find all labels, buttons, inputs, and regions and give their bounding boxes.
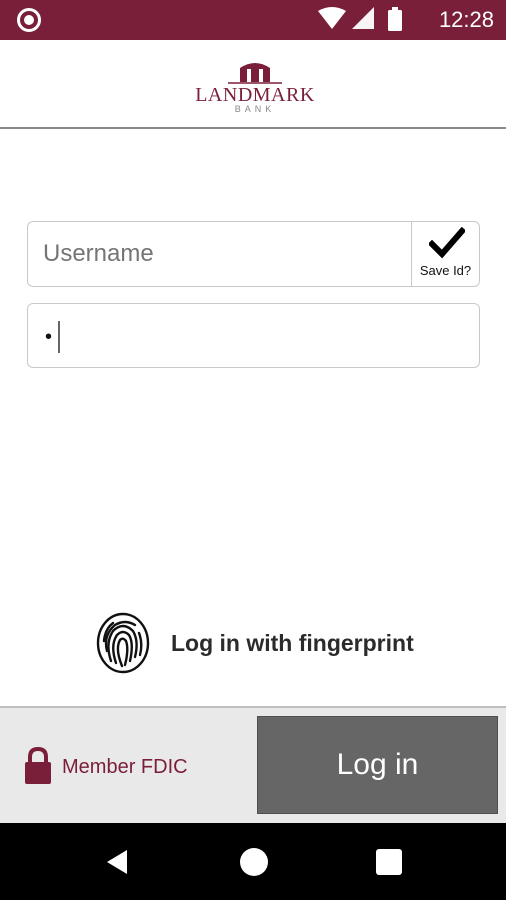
footer-bar: Member FDIC Log in xyxy=(0,706,506,823)
signal-icon xyxy=(352,7,374,29)
back-icon[interactable] xyxy=(103,848,131,876)
logo-subtext: BANK xyxy=(234,104,276,114)
save-id-checkbox[interactable]: Save Id? xyxy=(411,221,480,287)
app-header: LANDMARK BANK xyxy=(0,40,506,129)
landmark-logo: LANDMARK BANK xyxy=(190,58,320,114)
fingerprint-login-button[interactable]: Log in with fingerprint xyxy=(95,611,435,675)
building-icon xyxy=(228,63,282,84)
checkmark-icon xyxy=(429,227,465,259)
username-row: Save Id? xyxy=(27,221,480,287)
status-time: 12:28 xyxy=(438,7,494,32)
save-id-label: Save Id? xyxy=(419,263,472,278)
password-input[interactable]: • xyxy=(27,303,480,368)
wifi-icon xyxy=(318,7,346,29)
login-button[interactable]: Log in xyxy=(257,716,498,814)
home-icon[interactable] xyxy=(240,848,268,876)
status-icons xyxy=(318,7,402,31)
fingerprint-icon xyxy=(96,612,150,674)
recent-apps-icon[interactable] xyxy=(376,849,402,875)
status-bar: 12:28 xyxy=(0,0,506,40)
battery-icon xyxy=(388,7,402,31)
text-caret xyxy=(58,321,60,353)
fingerprint-label: Log in with fingerprint xyxy=(171,630,414,656)
member-fdic-label: Member FDIC xyxy=(62,756,188,778)
lock-icon xyxy=(25,747,51,784)
record-icon xyxy=(17,8,41,32)
password-mask: • xyxy=(45,326,53,348)
android-nav-bar xyxy=(0,823,506,900)
username-input[interactable] xyxy=(27,221,411,287)
